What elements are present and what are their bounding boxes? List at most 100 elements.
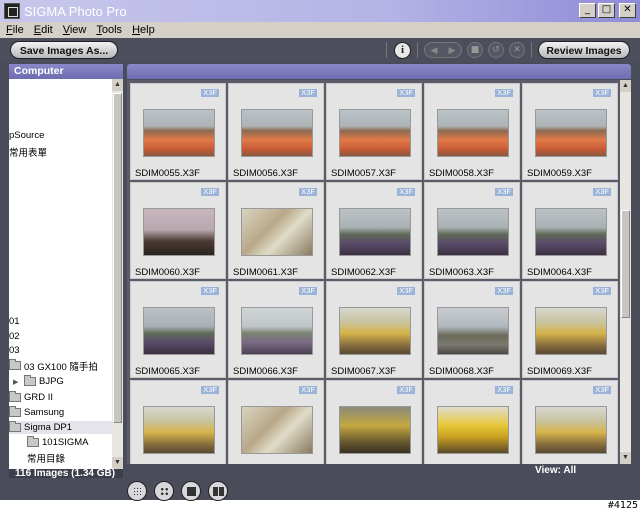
- thumbnail-image[interactable]: [241, 109, 313, 157]
- thumbnail-card[interactable]: X3F SDIM0059.X3F: [522, 83, 618, 180]
- folder-tree[interactable]: pSource 常用表單 01 02 03 03 GX100 隨手拍 ▶ BJPG GRD II…: [9, 79, 112, 469]
- thumbnail-filename: SDIM0062.X3F: [331, 267, 396, 278]
- tree-item[interactable]: GRD II: [9, 391, 53, 404]
- thumbnail-card[interactable]: X3F SDIM0057.X3F: [326, 83, 422, 180]
- scroll-down-arrow-icon[interactable]: ▼: [620, 452, 631, 464]
- thumbnail-card[interactable]: X3F: [424, 380, 520, 464]
- thumbnail-image[interactable]: [535, 109, 607, 157]
- toolbar: Save Images As... i ◀ ▶ ■ ↺ ✕ Review Ima…: [0, 38, 640, 62]
- next-arrow-icon[interactable]: ▶: [449, 43, 456, 57]
- thumbnail-card[interactable]: X3F SDIM0060.X3F: [130, 182, 226, 279]
- thumbnail-card[interactable]: X3F: [228, 380, 324, 464]
- folder-icon: [9, 421, 21, 432]
- tree-item-label: 03 GX100 隨手拍: [24, 361, 98, 373]
- thumbnail-image[interactable]: [143, 109, 215, 157]
- review-images-button[interactable]: Review Images: [538, 41, 630, 59]
- thumbnail-image[interactable]: [535, 307, 607, 355]
- tree-item-label: 03: [9, 345, 20, 356]
- prev-arrow-icon[interactable]: ◀: [431, 43, 438, 57]
- tree-item[interactable]: Samsung: [9, 406, 64, 419]
- grid-view-9-button[interactable]: [127, 481, 147, 501]
- tree-item[interactable]: ▶ BJPG: [9, 375, 64, 388]
- tree-item[interactable]: 03: [9, 344, 20, 357]
- view-filter-label[interactable]: View: All: [535, 465, 576, 476]
- scroll-thumb[interactable]: [113, 93, 122, 423]
- maximize-button[interactable]: □: [598, 3, 615, 18]
- thumbnail-filename: SDIM0065.X3F: [135, 366, 200, 377]
- thumbnail-image[interactable]: [535, 208, 607, 256]
- scroll-thumb[interactable]: [621, 210, 630, 318]
- thumbnail-card[interactable]: X3F SDIM0063.X3F: [424, 182, 520, 279]
- format-badge: X3F: [593, 187, 611, 196]
- thumbnail-card[interactable]: X3F SDIM0062.X3F: [326, 182, 422, 279]
- thumbnail-image[interactable]: [339, 208, 411, 256]
- thumbnail-image[interactable]: [241, 208, 313, 256]
- menu-edit[interactable]: Edit: [34, 24, 53, 36]
- tree-item[interactable]: pSource: [9, 129, 44, 142]
- thumbnail-card[interactable]: X3F SDIM0058.X3F: [424, 83, 520, 180]
- tree-item[interactable]: 03 GX100 隨手拍: [9, 359, 98, 373]
- menu-help[interactable]: Help: [132, 24, 155, 36]
- thumbnail-image[interactable]: [143, 208, 215, 256]
- single-view-button[interactable]: [181, 481, 201, 501]
- tree-item[interactable]: Sigma DP1: [9, 421, 112, 434]
- menu-view[interactable]: View: [63, 24, 87, 36]
- flag-icon[interactable]: ■: [467, 42, 483, 58]
- tree-item[interactable]: 常用表單: [9, 145, 48, 159]
- thumbnail-image[interactable]: [437, 406, 509, 454]
- thumbnail-filename: SDIM0057.X3F: [331, 168, 396, 179]
- thumbnail-image[interactable]: [143, 406, 215, 454]
- info-icon[interactable]: i: [394, 42, 411, 59]
- minimize-button[interactable]: _: [579, 3, 596, 18]
- thumbnail-card[interactable]: X3F SDIM0066.X3F: [228, 281, 324, 378]
- thumbnail-image[interactable]: [339, 109, 411, 157]
- thumbnail-scrollbar[interactable]: ▲ ▼: [620, 80, 631, 464]
- thumbnail-image[interactable]: [437, 109, 509, 157]
- menu-file[interactable]: File: [6, 24, 24, 36]
- rotate-icon[interactable]: ↺: [488, 42, 504, 58]
- image-count-status: 116 Images (1.34 GB): [15, 468, 116, 479]
- thumbnail-image[interactable]: [339, 406, 411, 454]
- scroll-up-arrow-icon[interactable]: ▲: [620, 80, 631, 92]
- thumbnail-image[interactable]: [437, 307, 509, 355]
- thumbnail-card[interactable]: X3F: [326, 380, 422, 464]
- thumbnail-card[interactable]: X3F: [130, 380, 226, 464]
- format-badge: X3F: [593, 385, 611, 394]
- thumbnail-card[interactable]: X3F SDIM0067.X3F: [326, 281, 422, 378]
- thumbnail-image[interactable]: [535, 406, 607, 454]
- thumbnail-card[interactable]: X3F SDIM0068.X3F: [424, 281, 520, 378]
- compare-view-button[interactable]: [208, 481, 228, 501]
- thumbnail-image[interactable]: [143, 307, 215, 355]
- tree-item[interactable]: 101SIGMA: [9, 436, 88, 449]
- scroll-up-arrow-icon[interactable]: ▲: [112, 79, 123, 91]
- delete-icon[interactable]: ✕: [509, 42, 525, 58]
- thumbnail-card[interactable]: X3F SDIM0056.X3F: [228, 83, 324, 180]
- save-images-as-button[interactable]: Save Images As...: [10, 41, 118, 59]
- format-badge: X3F: [201, 187, 219, 196]
- thumbnail-card[interactable]: X3F SDIM0064.X3F: [522, 182, 618, 279]
- tree-item[interactable]: 01: [9, 315, 20, 328]
- menu-tools[interactable]: Tools: [96, 24, 122, 36]
- grid-view-4-button[interactable]: [154, 481, 174, 501]
- app-icon[interactable]: [4, 3, 20, 19]
- thumbnail-image[interactable]: [241, 406, 313, 454]
- thumbnail-filename: SDIM0061.X3F: [233, 267, 298, 278]
- thumbnail-card[interactable]: X3F: [522, 380, 618, 464]
- tree-item[interactable]: 02: [9, 330, 20, 343]
- thumbnail-card[interactable]: X3F SDIM0055.X3F: [130, 83, 226, 180]
- thumbnail-image[interactable]: [339, 307, 411, 355]
- tree-scrollbar[interactable]: ▲ ▼: [112, 79, 123, 469]
- tree-item[interactable]: 常用目錄: [9, 451, 65, 465]
- thumbnail-image[interactable]: [437, 208, 509, 256]
- expand-arrow-icon[interactable]: ▶: [13, 378, 21, 386]
- thumbnail-filename: SDIM0058.X3F: [429, 168, 494, 179]
- thumbnail-card[interactable]: X3F SDIM0069.X3F: [522, 281, 618, 378]
- window-title: SIGMA Photo Pro: [24, 3, 127, 19]
- thumbnail-card[interactable]: X3F SDIM0065.X3F: [130, 281, 226, 378]
- close-button[interactable]: ✕: [619, 3, 636, 18]
- thumbnail-card[interactable]: X3F SDIM0061.X3F: [228, 182, 324, 279]
- prev-next-arrows[interactable]: ◀ ▶: [424, 42, 462, 58]
- window-controls: _ □ ✕: [579, 3, 636, 18]
- thumbnail-image[interactable]: [241, 307, 313, 355]
- tree-item-label: 常用表單: [9, 147, 48, 159]
